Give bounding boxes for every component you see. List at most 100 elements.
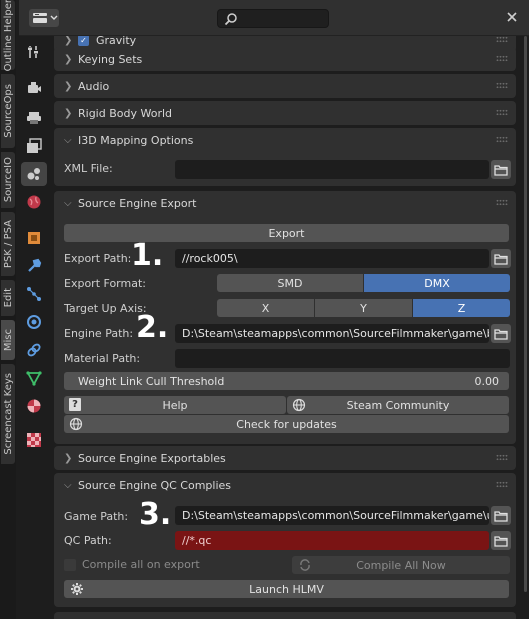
- engine-path-field[interactable]: D:\Steam\steamapps\common\SourceFilmmake…: [175, 324, 489, 343]
- export-path-field[interactable]: //rock005\: [175, 249, 489, 268]
- particles-icon[interactable]: [21, 282, 47, 306]
- grip-icon[interactable]: [496, 136, 508, 143]
- tab-edit[interactable]: Edit: [1, 280, 15, 316]
- chevron-right-icon: ❯: [64, 107, 73, 119]
- folder-icon: [494, 164, 508, 176]
- folder-icon: [494, 253, 508, 265]
- tab-sourceio[interactable]: SourceIO: [1, 152, 15, 208]
- panel-header[interactable]: ⌵ I3D Mapping Options: [54, 128, 516, 152]
- panel-title: Gravity: [96, 36, 137, 47]
- weight-link-cull-slider[interactable]: Weight Link Cull Threshold 0.00: [64, 372, 509, 390]
- panel-title: Source Engine QC Complies: [78, 478, 232, 492]
- panel-rigid-body-world[interactable]: ❯ Rigid Body World: [54, 101, 516, 125]
- world-icon[interactable]: [21, 190, 47, 214]
- folder-icon: [494, 328, 508, 340]
- panel-source-engine-export: ⌵ Source Engine Export Export Export Path…: [54, 191, 516, 444]
- file-browser-button[interactable]: [491, 506, 511, 525]
- help-button[interactable]: ? Help: [64, 396, 286, 414]
- xml-file-field[interactable]: [175, 160, 489, 179]
- material-icon[interactable]: [21, 394, 47, 418]
- chevron-down-icon: ⌵: [64, 197, 72, 209]
- chevron-right-icon: ❯: [64, 80, 73, 92]
- file-browser-button[interactable]: [491, 324, 511, 343]
- tab-misc[interactable]: Misc: [1, 320, 15, 360]
- panel-header[interactable]: ❯ Keying Sets: [54, 47, 516, 71]
- panel-title: Audio: [78, 79, 110, 93]
- grip-icon[interactable]: [496, 199, 508, 206]
- panel-keying-sets[interactable]: ❯ Keying Sets: [54, 47, 516, 71]
- constraints-icon[interactable]: [21, 338, 47, 362]
- grip-icon[interactable]: [496, 454, 508, 461]
- axis-x-button[interactable]: X: [217, 299, 314, 317]
- grip-icon[interactable]: [496, 55, 508, 62]
- scrollbar[interactable]: [524, 36, 527, 592]
- steam-community-button[interactable]: Steam Community: [287, 396, 509, 414]
- material-path-field[interactable]: [175, 349, 510, 368]
- launch-hlmv-button[interactable]: Launch HLMV: [64, 580, 509, 598]
- panel-source-engine-exportables[interactable]: ❯ Source Engine Exportables: [54, 446, 516, 470]
- panel-header[interactable]: ❯ Source Engine Exportables: [54, 446, 516, 470]
- grip-icon[interactable]: [496, 109, 508, 116]
- panel-source-engine-qc: ⌵ Source Engine QC Complies Game Path: D:…: [54, 473, 516, 607]
- globe-icon: [69, 417, 83, 431]
- qc-path-field[interactable]: //*.qc: [175, 531, 489, 550]
- chevron-right-icon: ❯: [64, 36, 73, 46]
- object-icon[interactable]: [21, 226, 47, 250]
- panel-header[interactable]: ❯ Rigid Body World: [54, 101, 516, 125]
- tab-outline-helper[interactable]: Outline Helper: [1, 0, 15, 71]
- view-layer-icon[interactable]: [21, 134, 47, 158]
- grip-icon[interactable]: [496, 481, 508, 488]
- engine-path-label: Engine Path:: [64, 327, 134, 340]
- game-path-field[interactable]: D:\Steam\steamapps\common\SourceFilmmake…: [175, 506, 489, 525]
- editor-type-button[interactable]: [29, 9, 59, 27]
- grip-icon[interactable]: [496, 82, 508, 89]
- panel-title: Keying Sets: [78, 52, 143, 66]
- export-path-label: Export Path:: [64, 252, 132, 265]
- tab-screencast-keys[interactable]: Screencast Keys: [1, 364, 15, 464]
- launch-hlmv-label: Launch HLMV: [249, 582, 324, 596]
- tab-psk-psa[interactable]: PSK / PSA: [1, 212, 15, 276]
- check-updates-button[interactable]: Check for updates: [64, 415, 509, 433]
- properties-header: [19, 0, 529, 36]
- properties-editor-icon: [33, 13, 47, 23]
- panel-header[interactable]: ⌵ Source Engine QC Complies: [54, 473, 516, 497]
- checkbox-icon[interactable]: ✓: [78, 36, 89, 46]
- compile-all-on-export-checkbox[interactable]: Compile all on export: [64, 558, 200, 571]
- output-icon[interactable]: [21, 106, 47, 130]
- format-smd-button[interactable]: SMD: [217, 274, 363, 292]
- export-format-label: Export Format:: [64, 277, 146, 290]
- physics-icon[interactable]: [21, 310, 47, 334]
- tab-sourceops[interactable]: SourceOps: [1, 74, 15, 148]
- texture-icon[interactable]: [21, 428, 47, 452]
- panel-title: Source Engine Export: [78, 196, 197, 210]
- grip-icon[interactable]: [496, 36, 508, 43]
- annotation-2: 2.: [136, 310, 169, 345]
- file-browser-button[interactable]: [491, 249, 511, 268]
- tool-icon[interactable]: [21, 40, 47, 64]
- properties-area: ❯ ✓ Gravity ❯ Keying Sets ❯ Audio ❯ Rigid B…: [49, 36, 523, 619]
- checkbox-box: [64, 558, 76, 571]
- scene-icon[interactable]: [21, 162, 47, 186]
- axis-z-button[interactable]: Z: [413, 299, 510, 317]
- data-icon[interactable]: [21, 366, 47, 390]
- modifier-icon[interactable]: [21, 254, 47, 278]
- material-path-label: Material Path:: [64, 352, 141, 365]
- panel-header[interactable]: ⌵ Source Engine Export: [54, 191, 516, 215]
- xml-file-label: XML File:: [64, 162, 113, 175]
- pin-icon[interactable]: [506, 11, 518, 26]
- axis-y-button[interactable]: Y: [315, 299, 412, 317]
- annotation-3: 3.: [139, 497, 172, 532]
- panel-header[interactable]: ❯ Audio: [54, 74, 516, 98]
- check-updates-label: Check for updates: [236, 417, 337, 431]
- checkbox-label: Compile all on export: [82, 558, 200, 571]
- compile-all-now-button[interactable]: Compile All Now: [292, 556, 510, 574]
- render-icon[interactable]: [21, 76, 47, 100]
- format-dmx-button[interactable]: DMX: [364, 274, 510, 292]
- panel-next-edge: [54, 612, 516, 619]
- game-path-label: Game Path:: [64, 510, 129, 523]
- search-input[interactable]: [217, 9, 329, 28]
- chevron-down-icon: ⌵: [64, 134, 72, 146]
- file-browser-button[interactable]: [491, 531, 511, 550]
- file-browser-button[interactable]: [491, 160, 511, 179]
- panel-audio[interactable]: ❯ Audio: [54, 74, 516, 98]
